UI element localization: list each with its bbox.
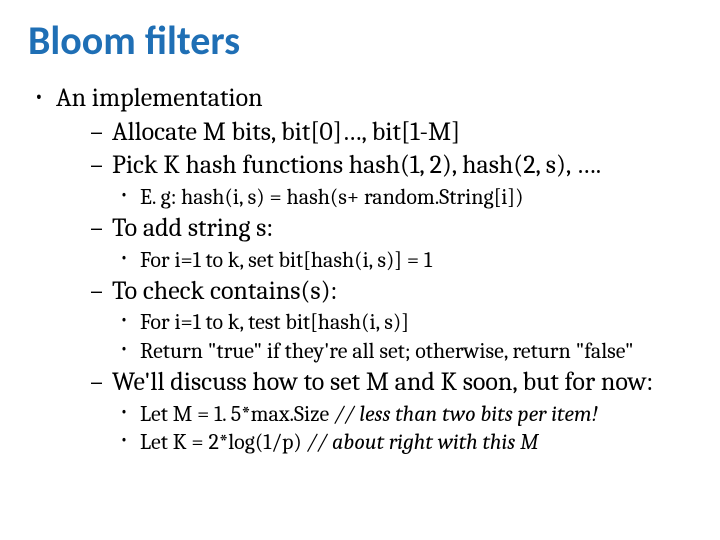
let-k-comment: // about right with this M (307, 429, 539, 455)
sublist-discuss: We'll discuss how to set M and K soon, b… (56, 367, 692, 399)
let-m-comment: // less than two bits per item! (334, 401, 598, 427)
let-k-text: Let K = 2*log(1/p) (140, 429, 307, 455)
item-implementation: An implementation Allocate M bits, bit[0… (28, 83, 692, 456)
sublist-add: To add string s: (56, 213, 692, 245)
item-add-for: For i=1 to k, set bit[hash(i, s)] = 1 (56, 247, 692, 274)
item-discuss: We'll discuss how to set M and K soon, b… (56, 367, 692, 399)
item-add: To add string s: (56, 213, 692, 245)
slide: Bloom filters An implementation Allocate… (0, 0, 720, 540)
slide-title: Bloom filters (28, 16, 692, 65)
item-eg: E. g: hash(i, s) = hash(s+ random.String… (56, 184, 692, 211)
item-let-k: Let K = 2*log(1/p) // about right with t… (56, 429, 692, 456)
sublist-check: To check contains(s): (56, 276, 692, 308)
sublist-letmk: Let M = 1. 5*max.Size // less than two b… (56, 401, 692, 457)
let-m-text: Let M = 1. 5*max.Size (140, 401, 334, 427)
item-pick: Pick K hash functions hash(1, 2), hash(2… (56, 150, 692, 182)
item-allocate: Allocate M bits, bit[0]…, bit[1-M] (56, 117, 692, 149)
text-implementation: An implementation (56, 83, 263, 113)
sublist-eg: E. g: hash(i, s) = hash(s+ random.String… (56, 184, 692, 211)
item-check: To check contains(s): (56, 276, 692, 308)
sublist-check-detail: For i=1 to k, test bit[hash(i, s)] Retur… (56, 309, 692, 365)
bullet-list: An implementation Allocate M bits, bit[0… (28, 83, 692, 456)
item-check-return: Return "true" if they're all set; otherw… (56, 338, 692, 365)
sublist-add-detail: For i=1 to k, set bit[hash(i, s)] = 1 (56, 247, 692, 274)
item-check-for: For i=1 to k, test bit[hash(i, s)] (56, 309, 692, 336)
sublist-implementation: Allocate M bits, bit[0]…, bit[1-M] Pick … (56, 117, 692, 182)
item-let-m: Let M = 1. 5*max.Size // less than two b… (56, 401, 692, 428)
